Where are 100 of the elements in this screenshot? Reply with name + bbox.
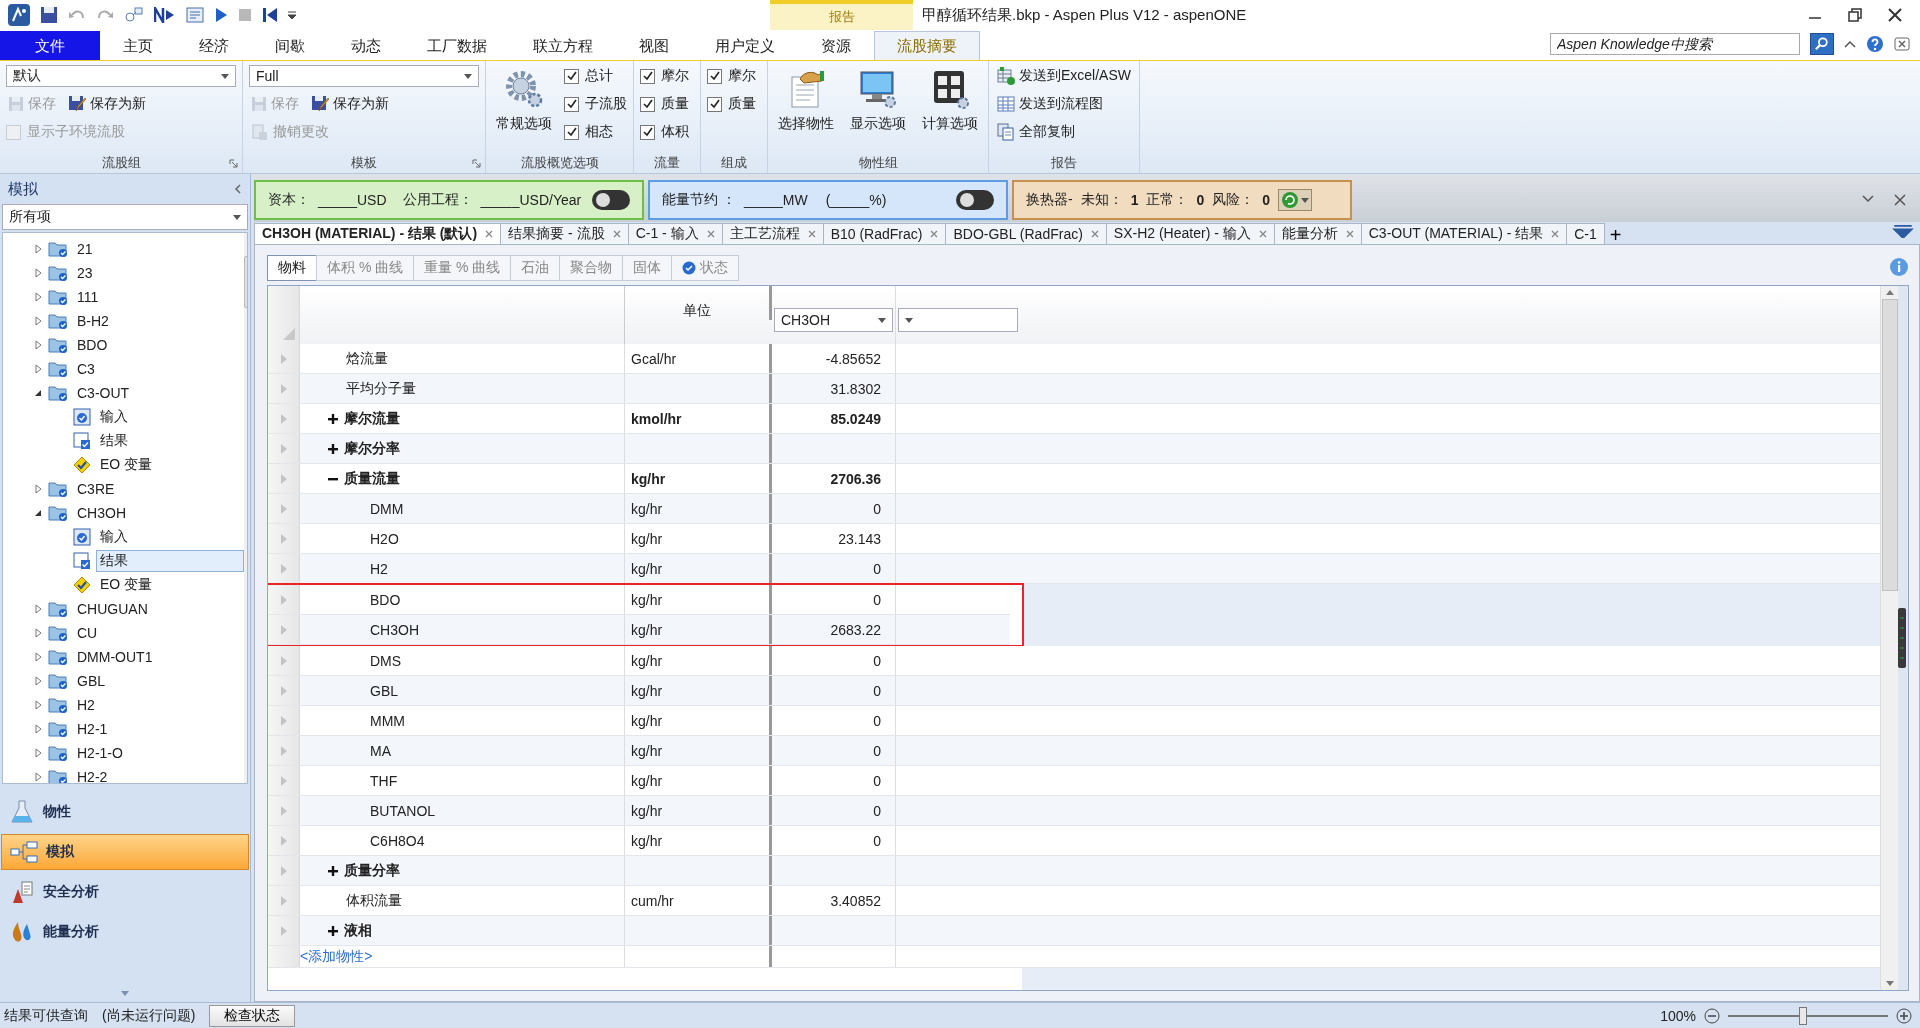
chevron-down-icon[interactable]: [1862, 194, 1874, 204]
navigation-pane-button[interactable]: 模拟: [1, 834, 249, 870]
zoom-in-icon[interactable]: [1896, 1007, 1912, 1024]
tree-item[interactable]: 输入: [96, 406, 132, 428]
ribbon-button[interactable]: 保存为新: [66, 93, 148, 115]
menu-tab[interactable]: 资源: [798, 31, 874, 60]
document-tab[interactable]: C-1 - 输入: [627, 223, 723, 244]
checkbox[interactable]: [640, 68, 655, 84]
menu-tab[interactable]: 动态: [328, 31, 404, 60]
expand-icon[interactable]: [328, 925, 338, 936]
diagram-icon[interactable]: [124, 6, 144, 24]
add-property-link[interactable]: <添加物性>: [300, 947, 373, 966]
collapse-ribbon-icon[interactable]: [1844, 38, 1856, 49]
dropdown[interactable]: Full: [249, 65, 479, 87]
sheet-tab[interactable]: 物料: [267, 255, 317, 281]
tree-item[interactable]: BDO: [73, 335, 112, 355]
tree-item[interactable]: DMM-OUT1: [73, 647, 157, 667]
scrollbar[interactable]: [1880, 286, 1898, 990]
resize-grip-icon[interactable]: [1898, 608, 1906, 668]
toggle-switch[interactable]: [956, 190, 994, 210]
menu-tab[interactable]: 联立方程: [510, 31, 616, 60]
tree-item[interactable]: 结果: [96, 430, 132, 452]
document-tab[interactable]: 主工艺流程: [721, 223, 824, 244]
tree-item[interactable]: H2: [73, 695, 99, 715]
expander-icon[interactable]: [33, 388, 43, 398]
checkbox[interactable]: [707, 96, 722, 112]
document-tab[interactable]: C3-OUT (MATERIAL) - 结果: [1360, 223, 1568, 244]
document-tab[interactable]: BDO-GBL (RadFrac): [945, 223, 1107, 244]
help-icon[interactable]: [1866, 34, 1884, 53]
tree-item[interactable]: CH3OH: [73, 503, 130, 523]
checkbox[interactable]: [707, 68, 722, 84]
checkbox[interactable]: [564, 96, 579, 112]
check-status-button[interactable]: 检查状态: [209, 1004, 296, 1027]
tree-item[interactable]: 23: [73, 263, 97, 283]
close-icon[interactable]: [1894, 194, 1906, 206]
filter-dropdown[interactable]: 所有项: [2, 204, 248, 230]
tree-item[interactable]: GBL: [73, 671, 109, 691]
expand-icon[interactable]: [328, 413, 338, 424]
ribbon-button[interactable]: 全部复制: [995, 121, 1133, 143]
more-caret-icon[interactable]: [121, 991, 129, 996]
save-icon[interactable]: [40, 6, 58, 24]
window-close-icon[interactable]: [1894, 36, 1910, 51]
menu-tab[interactable]: 文件: [0, 31, 100, 60]
dropdown[interactable]: 默认: [6, 65, 236, 87]
tree-item[interactable]: H2-1: [73, 719, 112, 739]
dialog-launcher-icon[interactable]: [472, 159, 481, 168]
tree-item[interactable]: EO 变量: [96, 574, 157, 596]
document-tab[interactable]: 结果摘要 - 流股: [500, 223, 629, 244]
document-tab[interactable]: 能量分析: [1273, 223, 1362, 244]
search-button[interactable]: [1810, 32, 1834, 55]
menu-tab[interactable]: 流股摘要: [874, 31, 980, 60]
ribbon-large-button[interactable]: 常规选项: [492, 65, 556, 137]
next-arrow-icon[interactable]: [154, 7, 176, 23]
tree-item[interactable]: C3: [73, 359, 99, 379]
tree-item[interactable]: 21: [73, 239, 97, 259]
scrollbar-thumb[interactable]: [1881, 299, 1898, 591]
new-tab-button[interactable]: +: [1603, 226, 1628, 244]
document-tab[interactable]: C-1: [1566, 223, 1605, 244]
ribbon-large-button[interactable]: 显示选项: [846, 65, 910, 137]
dialog-launcher-icon[interactable]: [229, 159, 238, 168]
expand-icon[interactable]: [328, 443, 338, 454]
document-tab[interactable]: B10 (RadFrac): [822, 223, 947, 244]
checkbox[interactable]: [640, 96, 655, 112]
tree-item[interactable]: H2-2: [73, 767, 112, 783]
ribbon-button[interactable]: 保存为新: [309, 93, 391, 115]
tree-item[interactable]: CHUGUAN: [73, 599, 152, 619]
menu-tab[interactable]: 间歇: [252, 31, 328, 60]
menu-tab[interactable]: 用户定义: [692, 31, 798, 60]
tree-item[interactable]: C3RE: [73, 479, 119, 499]
menu-tab[interactable]: 经济: [176, 31, 252, 60]
tree-item[interactable]: CU: [73, 623, 102, 643]
collapse-panel-icon[interactable]: [234, 184, 242, 194]
menu-tab[interactable]: 视图: [616, 31, 692, 60]
document-tab[interactable]: SX-H2 (Heater) - 输入: [1105, 223, 1275, 244]
tree-item[interactable]: EO 变量: [96, 454, 157, 476]
stream-dropdown[interactable]: [898, 308, 1018, 332]
stream-dropdown[interactable]: CH3OH: [774, 308, 893, 332]
navigation-pane-button[interactable]: 能量分析: [0, 914, 250, 950]
info-icon[interactable]: [1889, 257, 1909, 277]
toggle-switch[interactable]: [592, 190, 630, 210]
reset-icon[interactable]: [262, 7, 278, 23]
tree-item[interactable]: H2-1-O: [73, 743, 127, 763]
tree-item[interactable]: 111: [73, 287, 103, 307]
tree-item[interactable]: 输入: [96, 526, 132, 548]
expand-icon[interactable]: [328, 865, 338, 876]
app-logo-icon[interactable]: [8, 4, 30, 26]
scroll-down-icon[interactable]: [1885, 981, 1894, 986]
form-icon[interactable]: [186, 7, 204, 23]
restore-icon[interactable]: [1848, 8, 1862, 22]
checkbox[interactable]: [564, 124, 579, 140]
search-field[interactable]: Aspen Knowledge中搜索: [1550, 32, 1800, 55]
corner-cell[interactable]: [268, 286, 300, 344]
navigation-pane-button[interactable]: 安全分析: [0, 874, 250, 910]
menu-tab[interactable]: 工厂数据: [404, 31, 510, 60]
sheet-tab[interactable]: 状态: [671, 255, 740, 281]
document-tab[interactable]: CH3OH (MATERIAL) - 结果 (默认): [254, 223, 502, 244]
slider-thumb[interactable]: [1799, 1006, 1808, 1025]
stop-icon[interactable]: [238, 8, 252, 22]
ribbon-large-button[interactable]: 选择物性: [774, 65, 838, 137]
tree-item[interactable]: 结果: [96, 550, 244, 572]
